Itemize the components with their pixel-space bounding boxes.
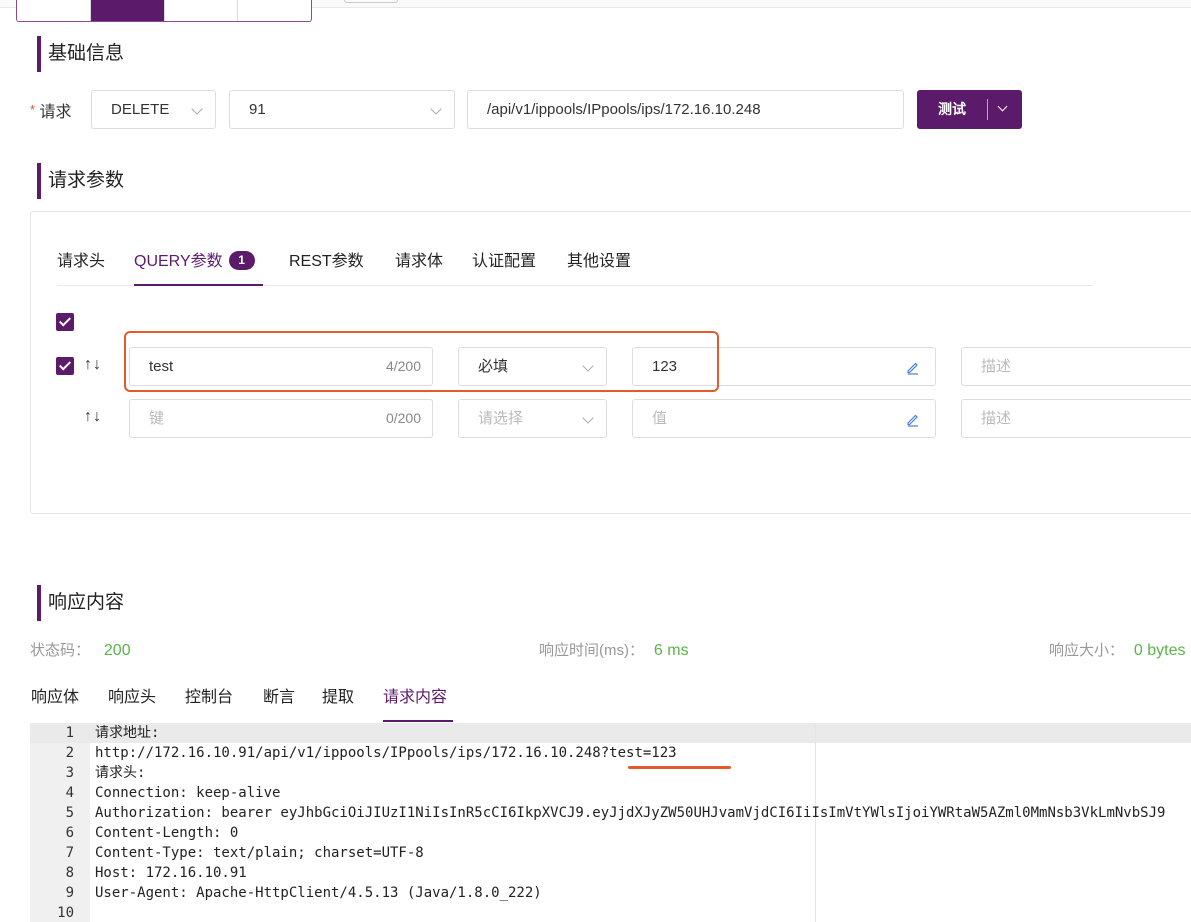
param-description-input[interactable]: 描述 (961, 347, 1191, 386)
params-title: 请求参数 (37, 163, 124, 199)
url-input[interactable]: /api/v1/ippools/IPpools/ips/172.16.10.24… (467, 90, 904, 129)
key-placeholder: 键 (149, 410, 165, 427)
top-tab-1[interactable] (17, 0, 91, 21)
environment-value: 91 (249, 101, 266, 118)
top-tab-2[interactable] (90, 0, 165, 21)
tab-query-params[interactable]: QUERY参数 1 (134, 242, 255, 282)
tab-console[interactable]: 控制台 (185, 678, 233, 718)
chevron-down-icon (582, 412, 594, 424)
line-number: 7 (65, 845, 74, 861)
row-checkbox[interactable] (56, 357, 74, 375)
required-mark: * (30, 102, 36, 117)
top-tab-3[interactable] (165, 0, 239, 21)
description-placeholder: 描述 (981, 410, 1012, 427)
tab-request-header[interactable]: 请求头 (57, 242, 105, 282)
value-placeholder: 值 (652, 410, 668, 427)
code-line: http://172.16.10.91/api/v1/ippools/IPpoo… (95, 745, 677, 761)
test-button-divider (987, 99, 988, 120)
tab-response-header[interactable]: 响应头 (108, 678, 156, 718)
response-size: 响应大小： 0 bytes (1049, 639, 1191, 660)
test-button-label: 测试 (938, 101, 966, 117)
response-title: 响应内容 (37, 585, 124, 621)
tab-rest-params[interactable]: REST参数 (289, 242, 364, 282)
time-value: 6 ms (653, 642, 689, 659)
chevron-down-icon[interactable] (997, 101, 1008, 112)
line-number: 1 (65, 725, 74, 741)
tab-active-indicator (383, 720, 453, 722)
chevron-down-icon (191, 103, 203, 115)
top-tab-4[interactable] (238, 0, 311, 21)
top-pill[interactable] (344, 0, 398, 3)
tab-auth-config[interactable]: 认证配置 (472, 242, 536, 282)
param-description-input[interactable]: 描述 (961, 399, 1191, 438)
code-line: Content-Length: 0 (95, 825, 239, 841)
line-number: 8 (65, 865, 74, 881)
line-number: 3 (65, 765, 74, 781)
edit-pencil-icon[interactable] (905, 411, 921, 427)
method-select[interactable]: DELETE (91, 90, 216, 129)
code-line: Authorization: bearer eyJhbGciOiJIUzI1Ni… (95, 805, 1166, 821)
chevron-down-icon (430, 103, 442, 115)
size-label: 响应大小： (1049, 642, 1125, 659)
line-number: 5 (65, 805, 74, 821)
line-number: 2 (65, 745, 74, 761)
code-line: 请求头: (95, 765, 146, 781)
sort-arrows-icon[interactable]: ↑↓ (84, 408, 102, 426)
sort-arrows-icon[interactable]: ↑↓ (84, 356, 102, 374)
line-number: 9 (65, 885, 74, 901)
tab-extract[interactable]: 提取 (322, 678, 354, 718)
line-number: 10 (57, 905, 74, 921)
line-number: 6 (65, 825, 74, 841)
tab-assertion[interactable]: 断言 (263, 678, 295, 718)
code-line: 请求地址: (95, 725, 160, 741)
code-line: Host: 172.16.10.91 (95, 865, 247, 881)
status-value: 200 (103, 642, 131, 659)
code-line: Content-Type: text/plain; charset=UTF-8 (95, 845, 424, 861)
status-label: 状态码： (30, 642, 91, 659)
active-line-highlight (30, 723, 1191, 743)
tab-response-body[interactable]: 响应体 (31, 678, 79, 718)
description-placeholder: 描述 (981, 358, 1012, 375)
tab-request-body[interactable]: 请求体 (395, 242, 443, 282)
status-code: 状态码： 200 (30, 639, 131, 660)
request-label: * 请求 (30, 98, 72, 122)
annotation-underline (628, 766, 731, 769)
time-label: 响应时间(ms)： (539, 642, 644, 659)
annotation-highlight-box (124, 331, 719, 392)
count-badge: 1 (228, 251, 255, 270)
size-value: 0 bytes (1133, 642, 1186, 659)
code-editor[interactable]: 1 请求地址: 2 http://172.16.10.91/api/v1/ipp… (30, 723, 1191, 922)
select-all-checkbox[interactable] (56, 313, 74, 331)
line-number: 4 (65, 785, 74, 801)
response-time: 响应时间(ms)： 6 ms (539, 639, 689, 660)
param-value-input[interactable]: 值 (632, 399, 936, 438)
test-button[interactable]: 测试 (917, 90, 1022, 129)
method-value: DELETE (111, 101, 170, 118)
basic-info-title: 基础信息 (37, 36, 124, 72)
required-placeholder: 请选择 (478, 410, 524, 427)
edit-pencil-icon[interactable] (905, 359, 921, 375)
param-required-select[interactable]: 请选择 (458, 399, 607, 438)
tab-query-params-label: QUERY参数 (134, 253, 223, 270)
top-tab-group[interactable] (16, 0, 312, 22)
tab-active-indicator (134, 284, 263, 286)
param-key-input[interactable]: 键 0/200 (129, 399, 433, 438)
char-count: 0/200 (385, 410, 421, 426)
code-line: User-Agent: Apache-HttpClient/4.5.13 (Ja… (95, 885, 542, 901)
tab-request-content[interactable]: 请求内容 (383, 678, 447, 718)
tab-other-settings[interactable]: 其他设置 (567, 242, 631, 282)
url-value: /api/v1/ippools/IPpools/ips/172.16.10.24… (487, 101, 761, 118)
request-label-text: 请求 (39, 104, 72, 121)
code-line: Connection: keep-alive (95, 785, 281, 801)
environment-select[interactable]: 91 (229, 90, 455, 129)
